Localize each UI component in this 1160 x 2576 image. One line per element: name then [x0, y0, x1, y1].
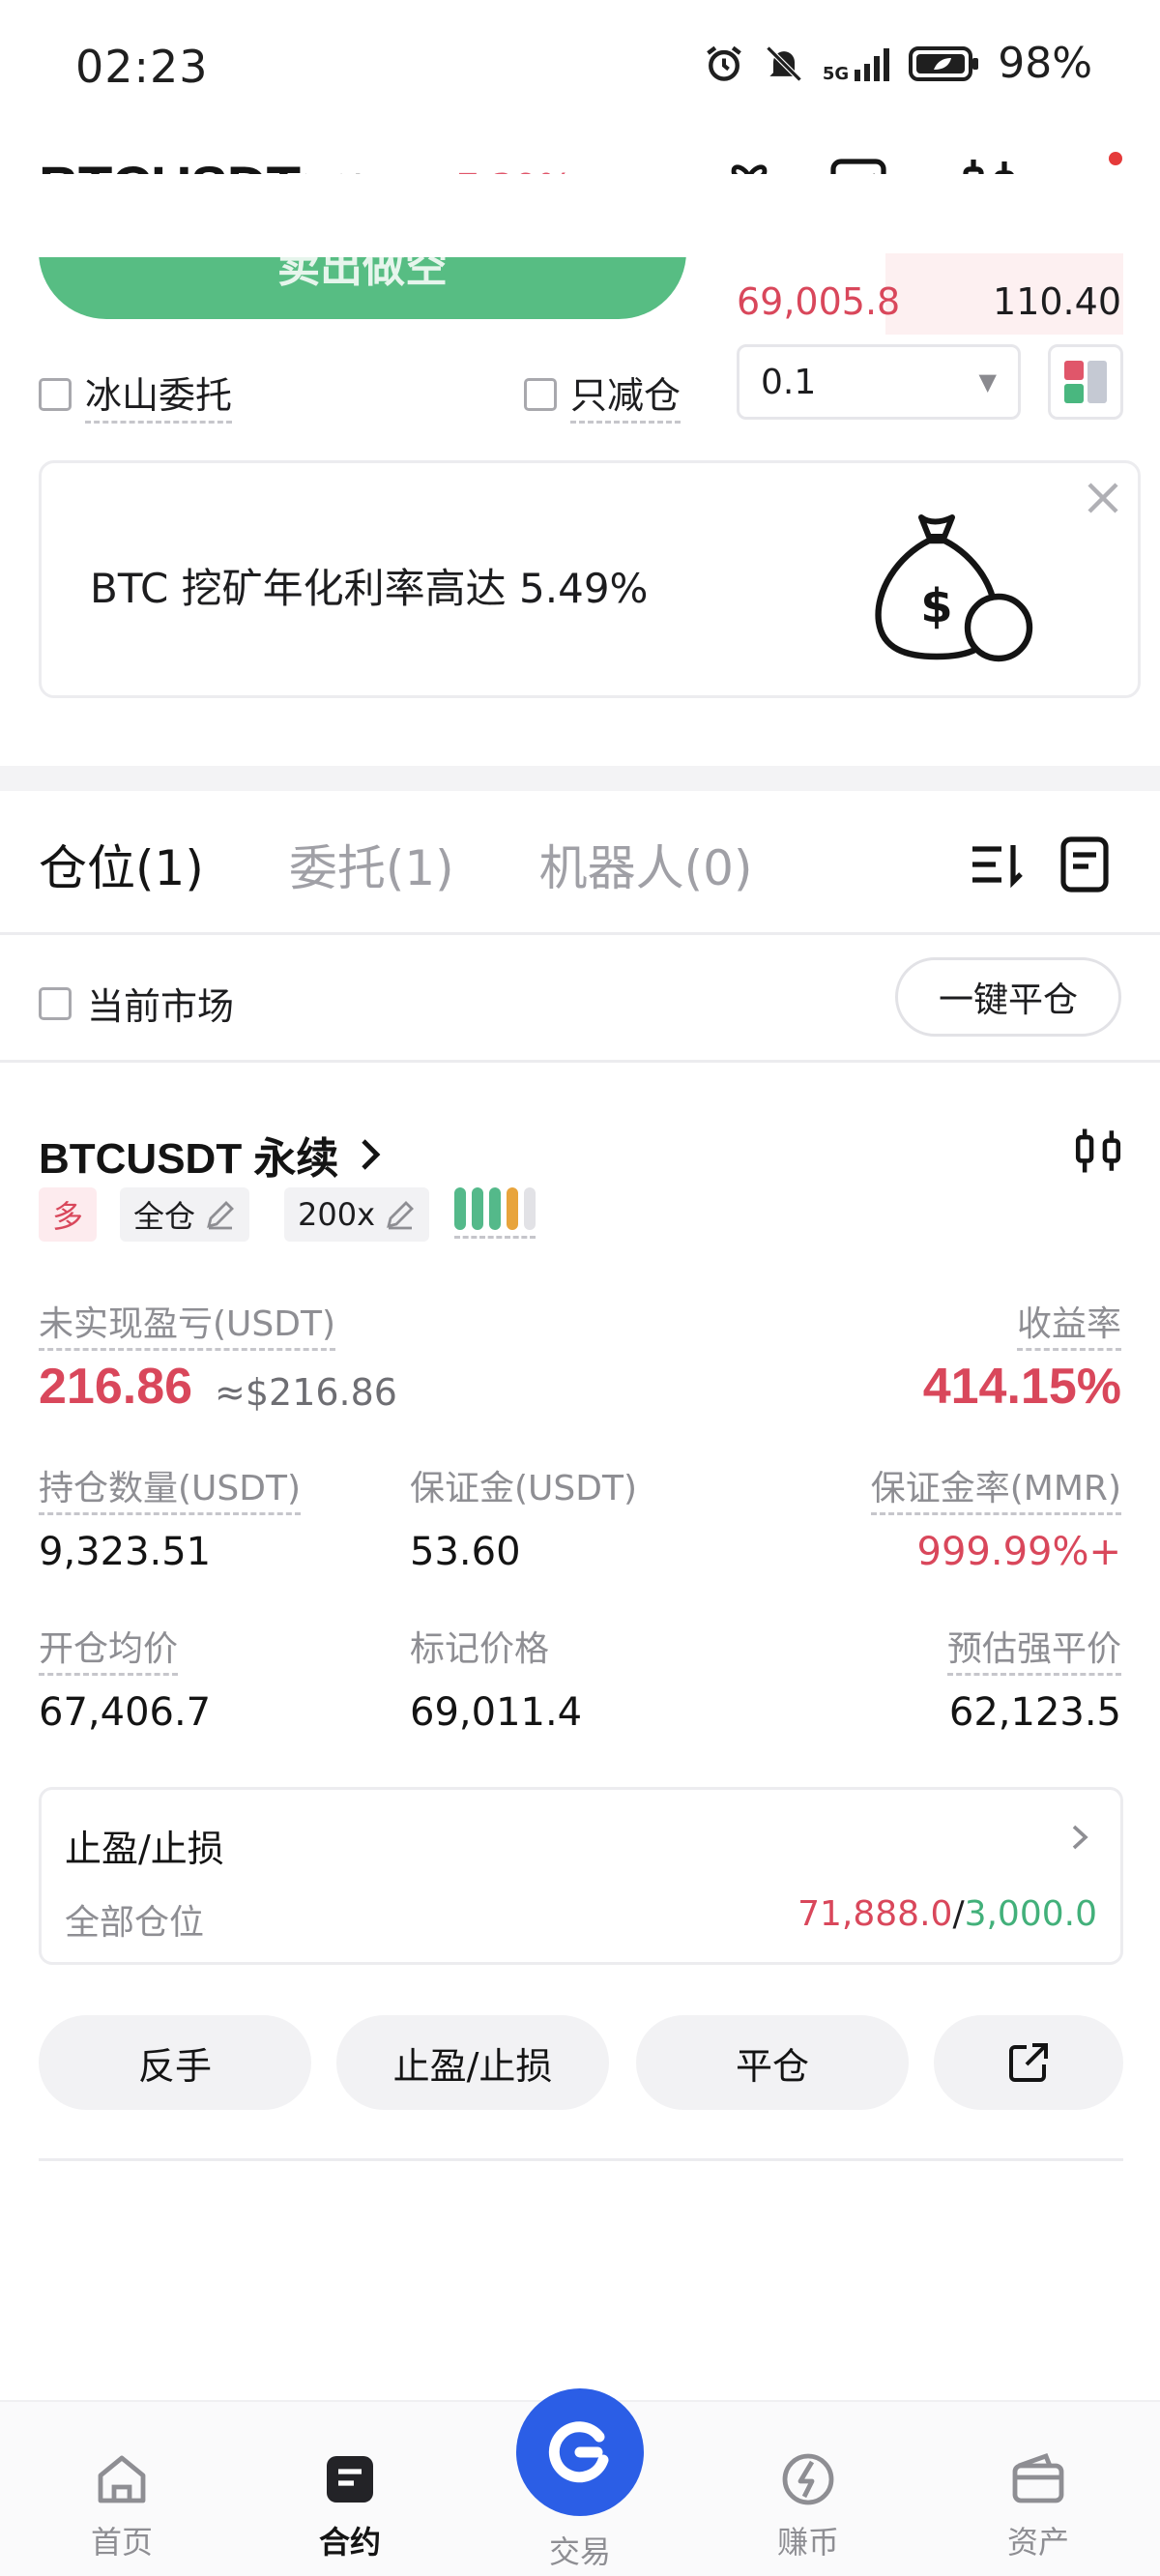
- battery-icon: [909, 45, 979, 81]
- current-market-label: 当前市场: [87, 985, 235, 1028]
- tpsl-values: 71,888.0/3,000.0: [798, 1894, 1097, 1934]
- iceberg-checkbox[interactable]: 冰山委托: [39, 366, 233, 424]
- ask-quantity: 110.40: [993, 280, 1121, 323]
- tpsl-title: 止盈/止损: [65, 1828, 224, 1870]
- close-position-button[interactable]: 平仓: [636, 2015, 909, 2110]
- close-icon[interactable]: [1082, 477, 1124, 519]
- nav-assets[interactable]: 资产: [961, 2448, 1116, 2562]
- promo-text: BTC 挖矿年化利率高达 5.49%: [90, 565, 649, 612]
- money-bag-icon: $: [875, 514, 1033, 662]
- trade-icon: [548, 2421, 609, 2483]
- chevron-right-icon: [362, 1139, 381, 1170]
- mark-price-label: 标记价格: [410, 1629, 550, 1669]
- filter-divider: [0, 1060, 1160, 1063]
- checkbox-box[interactable]: [39, 378, 72, 411]
- trade-fab[interactable]: [516, 2388, 644, 2516]
- tab-positions[interactable]: 仓位(1): [39, 830, 204, 899]
- leverage-tag[interactable]: 200x: [284, 1187, 430, 1242]
- tpsl-button[interactable]: 止盈/止损: [336, 2015, 609, 2110]
- reduce-only-checkbox[interactable]: 只减仓: [524, 366, 682, 424]
- liq-price-value: 62,123.5: [948, 1690, 1121, 1735]
- tpsl-card[interactable]: 止盈/止损 全部仓位 71,888.0/3,000.0: [39, 1787, 1123, 1965]
- position-symbol: BTCUSDT 永续: [39, 1135, 339, 1183]
- nav-earn[interactable]: 赚币: [731, 2448, 885, 2562]
- mark-price-value: 69,011.4: [410, 1690, 583, 1735]
- leverage-label: 200x: [298, 1196, 376, 1233]
- nav-trade-label: 交易: [548, 2533, 611, 2570]
- signal-icon: 5G: [823, 44, 891, 83]
- tpsl-separator: /: [952, 1894, 965, 1934]
- status-time: 02:23: [75, 41, 209, 93]
- stop-loss-price: 3,000.0: [964, 1894, 1097, 1934]
- unrealized-pnl-label[interactable]: 未实现盈亏(USDT): [39, 1296, 336, 1351]
- margin-mode-tag[interactable]: 全仓: [120, 1187, 250, 1242]
- roe-label[interactable]: 收益率: [1016, 1296, 1121, 1351]
- battery-percent: 98%: [998, 39, 1092, 88]
- mmr-value: 999.99%+: [916, 1530, 1121, 1574]
- contract-icon: [327, 2456, 373, 2503]
- nav-contract[interactable]: 合约: [273, 2448, 427, 2562]
- edit-icon: [207, 1201, 234, 1230]
- status-icons: 5G 98%: [703, 39, 1092, 88]
- roe-value: 414.15%: [922, 1359, 1121, 1415]
- nav-earn-label: 赚币: [776, 2524, 839, 2561]
- checkbox-box[interactable]: [39, 986, 72, 1020]
- position-title[interactable]: BTCUSDT 永续: [39, 1124, 385, 1186]
- nav-home-label: 首页: [90, 2524, 153, 2561]
- nav-assets-label: 资产: [1006, 2524, 1069, 2561]
- margin-value: 53.60: [410, 1530, 521, 1574]
- quantity-select[interactable]: 0.1 ▼: [737, 344, 1021, 420]
- ask-price[interactable]: 69,005.8: [737, 280, 900, 323]
- risk-level-indicator[interactable]: [454, 1187, 536, 1239]
- tpsl-scope: 全部仓位: [65, 1903, 205, 1943]
- entry-price-value: 67,406.7: [39, 1690, 212, 1735]
- mmr-label[interactable]: 保证金率(MMR): [870, 1460, 1121, 1515]
- mute-bell-icon: [766, 45, 802, 81]
- home-icon: [98, 2455, 146, 2503]
- dropdown-caret-icon: ▼: [978, 368, 997, 395]
- reverse-button[interactable]: 反手: [39, 2015, 311, 2110]
- margin-label: 保证金(USDT): [410, 1469, 638, 1508]
- bottom-nav: 首页 合约 交易 赚币 资产: [0, 2388, 1160, 2576]
- sort-icon[interactable]: [965, 834, 1027, 895]
- alarm-icon: [707, 45, 741, 81]
- quantity-value: 0.1: [761, 362, 817, 402]
- card-divider: [39, 2158, 1123, 2161]
- current-market-filter[interactable]: 当前市场: [39, 977, 234, 1030]
- side-tag: 多: [39, 1187, 98, 1242]
- checkbox-box[interactable]: [524, 378, 557, 411]
- tabs-divider: [0, 932, 1160, 935]
- close-all-button[interactable]: 一键平仓: [895, 957, 1121, 1037]
- promo-banner[interactable]: BTC 挖矿年化利率高达 5.49% $: [39, 460, 1141, 698]
- nav-home[interactable]: 首页: [44, 2448, 199, 2562]
- share-button[interactable]: [934, 2015, 1123, 2110]
- share-icon: [1009, 2043, 1048, 2082]
- reduce-only-label: 只减仓: [570, 366, 682, 424]
- nav-contract-label: 合约: [318, 2524, 381, 2561]
- orderbook-layout-icon: [1064, 361, 1107, 403]
- section-divider: [0, 766, 1160, 791]
- entry-price-label[interactable]: 开仓均价: [39, 1621, 179, 1676]
- position-size-label[interactable]: 持仓数量(USDT): [39, 1460, 302, 1515]
- header-mask: [0, 174, 1160, 257]
- margin-mode-label: 全仓: [133, 1198, 196, 1235]
- tab-orders[interactable]: 委托(1): [289, 830, 454, 899]
- wallet-icon: [1012, 2452, 1064, 2503]
- unrealized-pnl-usd: ≈$216.86: [215, 1371, 397, 1414]
- chevron-right-icon: [1072, 1825, 1088, 1850]
- orderbook-layout-button[interactable]: [1048, 344, 1123, 420]
- svg-text:$: $: [920, 579, 952, 633]
- take-profit-price: 71,888.0: [798, 1894, 953, 1934]
- unrealized-pnl-value: 216.86: [39, 1359, 193, 1415]
- iceberg-label: 冰山委托: [85, 366, 233, 424]
- earn-icon: [782, 2453, 834, 2505]
- candlestick-icon[interactable]: [1073, 1124, 1123, 1178]
- tab-bots[interactable]: 机器人(0): [539, 830, 753, 899]
- history-document-icon[interactable]: [1054, 834, 1116, 895]
- edit-icon: [387, 1201, 414, 1230]
- liq-price-label[interactable]: 预估强平价: [946, 1621, 1121, 1676]
- position-tabs: 仓位(1) 委托(1) 机器人(0): [39, 830, 752, 899]
- position-size-value: 9,323.51: [39, 1530, 212, 1574]
